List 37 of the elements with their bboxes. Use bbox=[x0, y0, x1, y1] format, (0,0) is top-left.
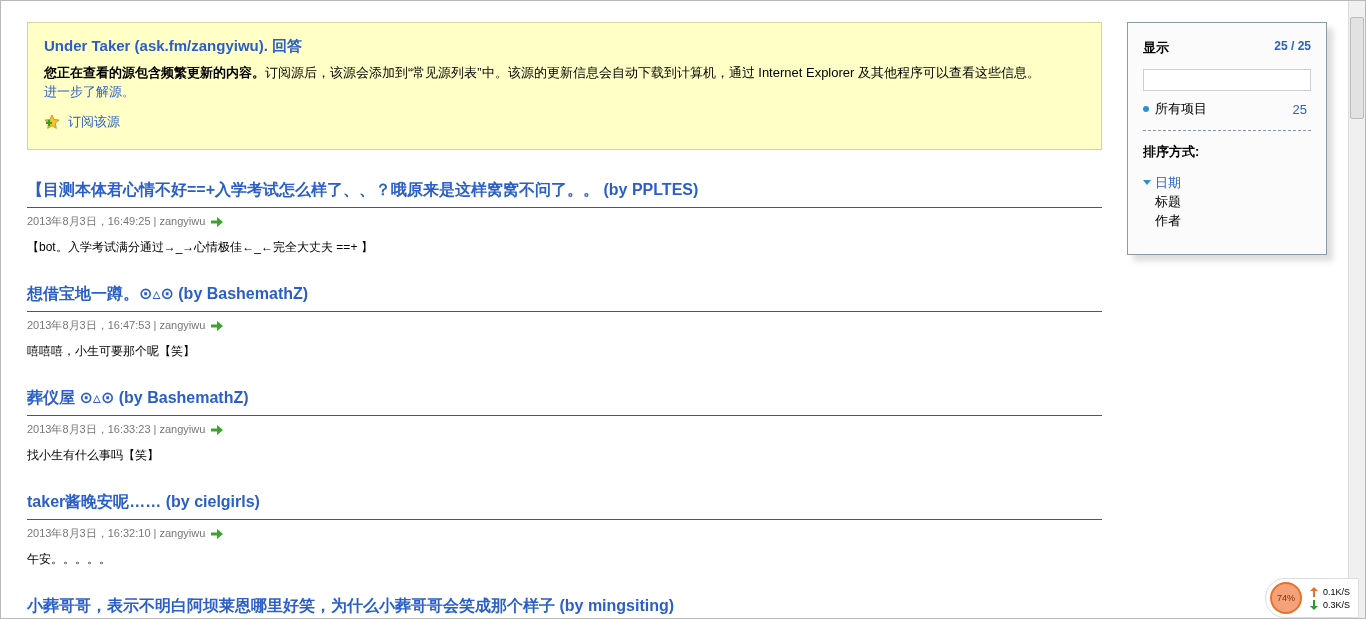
download-rate: 0.3K/S bbox=[1322, 599, 1350, 610]
search-field[interactable] bbox=[1143, 69, 1311, 91]
entry-body: 【bot。入学考试满分通过→_→心情极佳←_←完全大丈夫 ==+ 】 bbox=[27, 239, 374, 256]
learn-more-link[interactable]: 进一步了解源。 bbox=[44, 84, 135, 99]
entry-body: 午安。。。。。 bbox=[27, 551, 112, 568]
arrow-right-icon[interactable] bbox=[210, 423, 225, 436]
arrow-right-icon[interactable] bbox=[210, 319, 225, 332]
network-percent: 74% bbox=[1269, 582, 1302, 614]
feed-description: 您正在查看的源包含频繁更新的内容。订阅源后，该源会添加到“常见源列表”中。该源的更新信息会自动下载到计算机，通过 Internet Explorer 及其他程序可以查看这些信息。 进一步了解源。 bbox=[44, 64, 1041, 101]
entry-title[interactable]: 想借宝地一蹲。⊙▵⊙ (by BashemathZ) bbox=[27, 284, 1102, 312]
entry-meta: 2013年8月3日，16:49:25 | zangyiwu bbox=[27, 214, 206, 229]
filter-item[interactable]: 所有项目 25 bbox=[1143, 100, 1311, 118]
sort-option[interactable]: 日期 bbox=[1155, 173, 1181, 192]
entry-meta: 2013年8月3日，16:47:53 | zangyiwu bbox=[27, 318, 206, 333]
download-arrow-icon bbox=[1309, 599, 1318, 610]
sort-option[interactable]: 作者 bbox=[1155, 211, 1181, 230]
upload-rate: 0.1K/S bbox=[1322, 586, 1350, 597]
entry-meta: 2013年8月3日，16:32:10 | zangyiwu bbox=[27, 526, 206, 541]
sort-label: 排序方式: bbox=[1143, 143, 1201, 161]
upload-arrow-icon bbox=[1309, 586, 1318, 597]
subscribe-link[interactable]: 订阅该源 bbox=[44, 113, 120, 131]
scrollbar[interactable] bbox=[1348, 1, 1365, 618]
entry-title[interactable]: taker酱晚安呢…… (by cielgirls) bbox=[27, 492, 1102, 520]
entry-title[interactable]: 葬仪屋 ⊙▵⊙ (by BashemathZ) bbox=[27, 388, 1102, 416]
sort-option[interactable]: 标题 bbox=[1155, 192, 1181, 211]
entry-title[interactable]: 【目测本体君心情不好==+入学考试怎么样了、、？哦原来是这样窝窝不问了。。 (by PPLTES) bbox=[27, 180, 1102, 208]
display-count: 25 / 25 bbox=[1274, 39, 1311, 55]
feed-title: Under Taker (ask.fm/zangyiwu). 回答 bbox=[44, 37, 304, 56]
entry-body: 找小生有什么事吗【笑】 bbox=[27, 447, 160, 464]
entry-body: 嘻嘻嘻，小生可要那个呢【笑】 bbox=[27, 343, 196, 360]
display-label: 显示 bbox=[1143, 39, 1169, 57]
arrow-right-icon[interactable] bbox=[210, 215, 225, 228]
arrow-right-icon[interactable] bbox=[210, 527, 225, 540]
entry-meta: 2013年8月3日，16:33:23 | zangyiwu bbox=[27, 422, 206, 437]
star-plus-icon bbox=[44, 114, 60, 130]
entry-title[interactable]: 小葬哥哥，表示不明白阿坝莱恩哪里好笑，为什么小葬哥哥会笑成那个样子 (by mingsiting) bbox=[27, 596, 1102, 618]
sort-arrow-icon bbox=[1143, 180, 1151, 185]
